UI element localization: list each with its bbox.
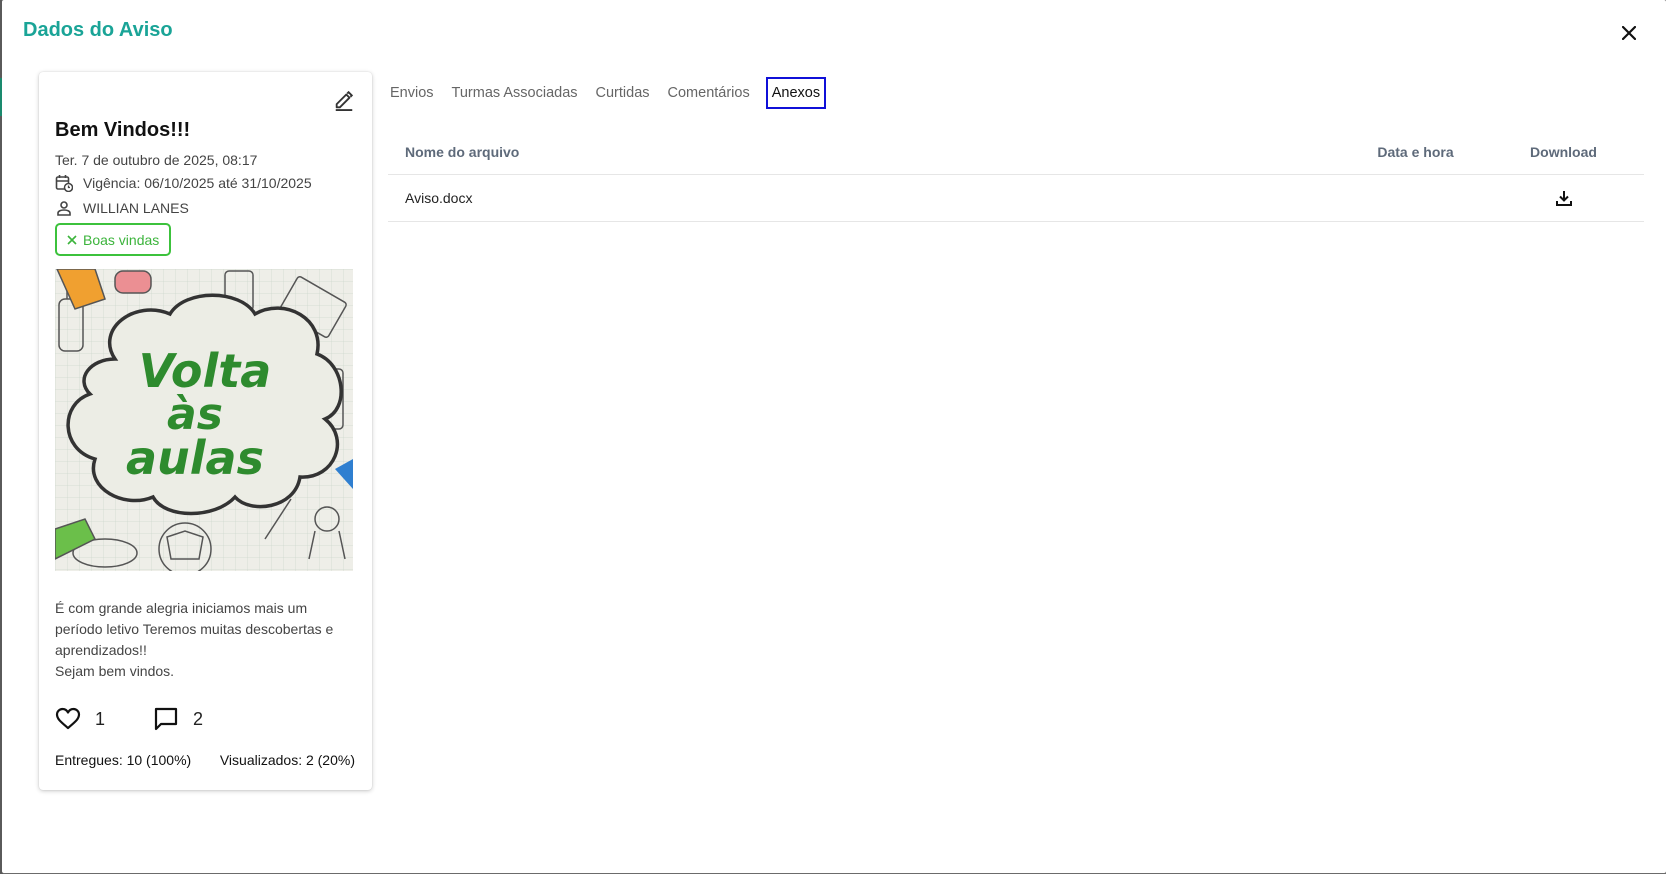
attachments-table: Nome do arquivo Data e hora Download Avi… [388,130,1644,222]
download-icon [1555,191,1572,206]
notice-body: É com grande alegria iniciamos mais um p… [55,598,355,682]
table-header: Nome do arquivo Data e hora Download [388,130,1644,175]
header-datetime: Data e hora [1377,144,1454,160]
header-file-name: Nome do arquivo [405,144,520,160]
reactions-bar: 1 2 [55,706,251,732]
details-tabs: Envios Turmas Associadas Curtidas Coment… [382,77,828,109]
notice-date: Ter. 7 de outubro de 2025, 08:17 [55,152,258,168]
body-line: aprendizados!! [55,642,147,658]
download-cell [1483,186,1644,210]
tab-anexos[interactable]: Anexos [765,77,827,109]
header-download: Download [1530,144,1597,160]
notice-title: Bem Vindos!!! [55,119,191,141]
body-line: período letivo Teremos muitas descoberta… [55,621,334,637]
tag-label: Boas vindas [83,231,160,248]
file-name: Aviso.docx [405,190,473,206]
download-button[interactable] [1552,186,1576,210]
like-count: 1 [95,708,106,729]
author-name: WILLIAN LANES [83,200,189,216]
poster-line-3: aulas [126,431,264,485]
body-line: É com grande alegria iniciamos mais um [55,600,308,616]
tab-comentarios[interactable]: Comentários [660,77,758,109]
validity-text: Vigência: 06/10/2025 até 31/10/2025 [83,175,312,191]
delivered-stat: Entregues: 10 (100%) [55,752,192,768]
like-button[interactable]: 1 [55,707,105,731]
edit-button[interactable] [330,86,358,114]
viewed-stat: Visualizados: 2 (20%) [219,752,355,768]
calendar-clock-icon [55,174,73,192]
body-line: Sejam bem vindos. [55,663,175,679]
person-icon [55,199,73,217]
heart-icon [55,707,81,730]
tag-chip[interactable]: Boas vindas [55,223,172,256]
comment-count: 2 [193,708,204,729]
notice-card: Bem Vindos!!! Ter. 7 de outubro de 2025,… [39,72,372,790]
close-icon [1622,26,1636,40]
author-row: WILLIAN LANES [55,199,189,217]
back-to-school-illustration: Volta às aulas [55,269,353,571]
close-button[interactable] [1618,22,1640,44]
pencil-icon [335,90,354,111]
notice-image: Volta às aulas [55,269,353,571]
modal-title: Dados do Aviso [23,19,173,41]
delivery-stats: Entregues: 10 (100%) Visualizados: 2 (20… [55,752,355,768]
comment-icon [154,707,178,731]
close-icon[interactable] [67,234,77,245]
notice-details-modal: Dados do Aviso Bem Vindos!!! Ter. 7 de o… [2,0,1666,873]
tab-turmas-associadas[interactable]: Turmas Associadas [444,77,586,109]
tab-envios[interactable]: Envios [382,77,442,109]
validity-row: Vigência: 06/10/2025 até 31/10/2025 [55,174,312,192]
comments-button[interactable]: 2 [153,706,203,732]
tab-curtidas[interactable]: Curtidas [588,77,658,109]
table-row: Aviso.docx [388,175,1644,222]
